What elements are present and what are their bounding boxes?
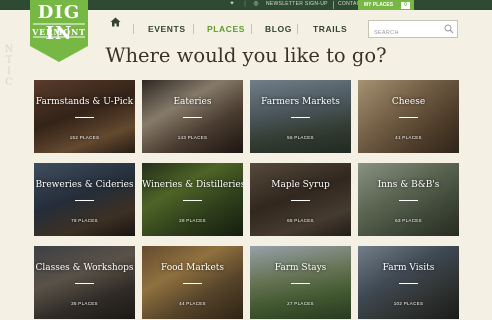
category-count: 152 PLACES: [69, 135, 100, 140]
nav-trails[interactable]: TRAILS: [313, 21, 347, 37]
twitter-icon[interactable]: ✦: [228, 1, 236, 8]
category-divider: [399, 283, 418, 284]
category-title: Eateries: [173, 97, 212, 107]
nav-divider: [193, 24, 194, 34]
search-box: [368, 20, 458, 41]
facebook-icon[interactable]: |: [241, 1, 249, 8]
newsletter-link[interactable]: NEWSLETTER SIGN-UP: [266, 0, 328, 10]
category-divider: [399, 117, 418, 118]
search-icon[interactable]: [444, 24, 454, 34]
side-letter: I: [7, 66, 11, 77]
home-icon[interactable]: [110, 14, 121, 27]
category-divider: [75, 200, 94, 201]
my-places-count: 0: [401, 2, 410, 9]
category-divider: [291, 283, 310, 284]
dig-in-vermont-logo[interactable]: DIG IN VERMONT: [30, 0, 88, 62]
category-title: Farmstands & U-Pick: [35, 97, 134, 107]
category-card[interactable]: Classes & Workshops 35 PLACES: [34, 246, 135, 319]
category-title: Farmers Markets: [261, 97, 340, 107]
category-divider: [291, 200, 310, 201]
category-title: Wineries & Distilleries: [142, 180, 243, 190]
category-divider: [75, 117, 94, 118]
category-divider: [183, 200, 202, 201]
category-count: 65 PLACES: [287, 218, 314, 223]
category-count: 56 PLACES: [287, 135, 314, 140]
category-divider: [291, 117, 310, 118]
nav-events[interactable]: EVENTS: [148, 21, 186, 37]
category-card[interactable]: Cheese 41 PLACES: [358, 80, 459, 153]
category-card[interactable]: Maple Syrup 65 PLACES: [250, 163, 351, 236]
category-count: 27 PLACES: [287, 301, 314, 306]
category-card[interactable]: Farm Stays 27 PLACES: [250, 246, 351, 319]
category-card[interactable]: Farm Visits 102 PLACES: [358, 246, 459, 319]
category-count: 44 PLACES: [179, 301, 206, 306]
category-title: Farm Stays: [274, 263, 327, 273]
category-divider: [75, 283, 94, 284]
category-count: 41 PLACES: [395, 135, 422, 140]
instagram-icon[interactable]: ◎: [252, 1, 260, 8]
category-title: Cheese: [391, 97, 426, 107]
category-count: 28 PLACES: [179, 218, 206, 223]
category-title: Breweries & Cideries: [35, 180, 134, 190]
category-count: 143 PLACES: [177, 135, 208, 140]
divider: [333, 1, 334, 9]
category-divider: [399, 200, 418, 201]
category-card[interactable]: Wineries & Distilleries 28 PLACES: [142, 163, 243, 236]
category-title: Food Markets: [160, 263, 225, 273]
category-count: 35 PLACES: [71, 301, 98, 306]
category-card[interactable]: Farmstands & U-Pick 152 PLACES: [34, 80, 135, 153]
category-title: Inns & B&B's: [377, 180, 440, 190]
category-card[interactable]: Breweries & Cideries 78 PLACES: [34, 163, 135, 236]
nav-divider: [133, 24, 134, 34]
category-title: Maple Syrup: [271, 180, 330, 190]
category-title: Classes & Workshops: [35, 263, 134, 273]
category-count: 78 PLACES: [71, 218, 98, 223]
category-count: 102 PLACES: [393, 301, 424, 306]
category-card[interactable]: Eateries 143 PLACES: [142, 80, 243, 153]
side-letter: C: [5, 77, 13, 88]
logo-line2: VERMONT: [32, 27, 86, 37]
logo-line1: DIG IN: [37, 2, 81, 44]
category-count: 63 PLACES: [395, 218, 422, 223]
category-card[interactable]: Food Markets 44 PLACES: [142, 246, 243, 319]
category-card[interactable]: Farmers Markets 56 PLACES: [250, 80, 351, 153]
search-input[interactable]: [369, 25, 445, 41]
category-divider: [183, 117, 202, 118]
my-places-label: MY PLACES: [364, 2, 394, 8]
category-card[interactable]: Inns & B&B's 63 PLACES: [358, 163, 459, 236]
nav-divider: [251, 24, 252, 34]
nav-places[interactable]: PLACES: [207, 21, 245, 37]
nav-divider: [297, 24, 298, 34]
category-divider: [183, 283, 202, 284]
nav-blog[interactable]: BLOG: [265, 21, 292, 37]
category-title: Farm Visits: [382, 263, 435, 273]
